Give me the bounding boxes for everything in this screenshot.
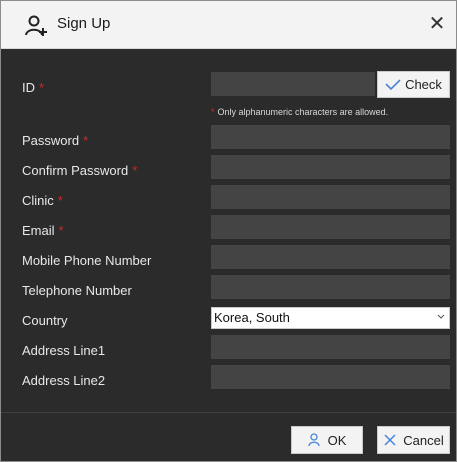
required-mark: *	[211, 107, 215, 117]
clinic-input[interactable]	[211, 185, 450, 209]
required-mark: *	[58, 223, 64, 238]
required-mark: *	[83, 133, 89, 148]
id-label: ID *	[22, 80, 44, 95]
confirm-password-input[interactable]	[211, 155, 450, 179]
clinic-label-text: Clinic	[22, 193, 54, 208]
id-input[interactable]	[211, 72, 375, 96]
address-line1-label: Address Line1	[22, 343, 106, 358]
close-icon	[384, 434, 396, 446]
ok-button[interactable]: OK	[291, 426, 363, 454]
password-label: Password *	[22, 133, 88, 148]
address-line2-input[interactable]	[211, 365, 450, 389]
password-input[interactable]	[211, 125, 450, 149]
mobile-phone-label: Mobile Phone Number	[22, 253, 152, 268]
telephone-label: Telephone Number	[22, 283, 132, 298]
confirm-password-label-text: Confirm Password	[22, 163, 129, 178]
check-button-label: Check	[405, 77, 442, 92]
clinic-label: Clinic *	[22, 193, 63, 208]
country-select[interactable]: Korea, South	[211, 307, 450, 329]
user-icon	[307, 433, 320, 447]
email-input[interactable]	[211, 215, 450, 239]
mobile-phone-input[interactable]	[211, 245, 450, 269]
cancel-button-label: Cancel	[403, 432, 444, 448]
sign-up-dialog: Sign Up ✕ ID * Check * Only alphanumeric c…	[0, 0, 457, 462]
confirm-password-label: Confirm Password *	[22, 163, 137, 178]
id-hint-text: Only alphanumeric characters are allowed…	[217, 107, 389, 117]
close-button[interactable]: ✕	[426, 13, 448, 35]
cancel-button[interactable]: Cancel	[377, 426, 450, 454]
chevron-down-icon	[437, 314, 445, 319]
required-mark: *	[39, 80, 45, 95]
email-label: Email *	[22, 223, 64, 238]
email-label-text: Email	[22, 223, 55, 238]
required-mark: *	[57, 193, 63, 208]
check-button[interactable]: Check	[377, 71, 450, 98]
ok-button-label: OK	[327, 432, 347, 448]
country-label: Country	[22, 313, 68, 328]
required-mark: *	[132, 163, 138, 178]
dialog-title: Sign Up	[57, 15, 111, 32]
country-select-value: Korea, South	[214, 310, 290, 325]
close-icon: ✕	[428, 13, 446, 35]
id-hint: * Only alphanumeric characters are allowe…	[211, 107, 388, 117]
footer-divider	[1, 412, 456, 413]
checkmark-icon	[385, 78, 401, 90]
dialog-titlebar: Sign Up ✕	[1, 1, 456, 49]
add-user-icon	[25, 15, 47, 36]
password-label-text: Password	[22, 133, 80, 148]
telephone-input[interactable]	[211, 275, 450, 299]
address-line1-input[interactable]	[211, 335, 450, 359]
id-label-text: ID	[22, 80, 35, 95]
address-line2-label: Address Line2	[22, 373, 106, 388]
